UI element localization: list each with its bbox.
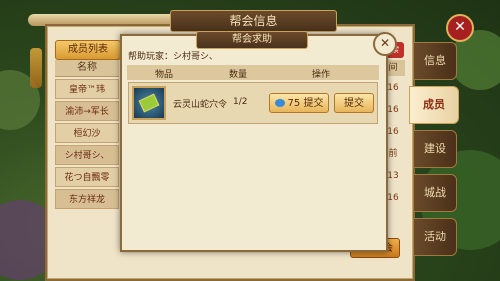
- tab-construction[interactable]: 建设: [413, 130, 457, 168]
- submit-button[interactable]: 提交: [334, 93, 374, 113]
- item-quantity: 1/2: [233, 97, 248, 107]
- tab-members[interactable]: 成员: [409, 86, 459, 124]
- tab-city-war[interactable]: 城战: [413, 174, 457, 212]
- help-player-text: 帮助玩家：シ村哥シ、: [128, 52, 218, 62]
- guild-info-title: 帮会信息: [170, 10, 337, 32]
- column-header-action: 操作: [312, 70, 331, 80]
- member-item[interactable]: 桓幻沙: [55, 123, 119, 143]
- member-item[interactable]: 渝沛→军长: [55, 101, 119, 121]
- member-item[interactable]: 皇帝™玮: [55, 79, 119, 99]
- request-table-header: 物品 数量 操作: [127, 65, 379, 80]
- column-header-quantity: 数量: [229, 70, 248, 80]
- dialog-title: 帮会求助: [196, 31, 308, 49]
- submit-gem-label: 提交: [303, 98, 324, 109]
- token-icon: [138, 93, 160, 113]
- item-name: 云灵山蛇穴令: [173, 100, 228, 110]
- close-icon[interactable]: ✕: [446, 14, 474, 42]
- side-tabs: 信息 成员 建设 城战 活动: [409, 42, 459, 262]
- member-name-header: 名称: [55, 60, 119, 77]
- table-row: 云灵山蛇穴令 1/2 75 提交 提交: [128, 82, 378, 124]
- member-item[interactable]: シ村哥シ、: [55, 145, 119, 165]
- submit-with-gem-button[interactable]: 75 提交: [269, 93, 329, 113]
- member-item[interactable]: 东方祥龙: [55, 189, 119, 209]
- gem-cost: 75: [287, 98, 301, 109]
- tab-member-list[interactable]: 成员列表: [55, 40, 121, 60]
- lantern-decoration: [30, 48, 42, 88]
- close-icon[interactable]: ✕: [373, 32, 397, 56]
- tab-info[interactable]: 信息: [413, 42, 457, 80]
- member-item[interactable]: 花つ自飄零: [55, 167, 119, 187]
- gem-icon: [274, 99, 285, 107]
- column-header-item: 物品: [155, 70, 174, 80]
- tab-activity[interactable]: 活动: [413, 218, 457, 256]
- token-item-icon[interactable]: [132, 86, 166, 120]
- member-list: 名称 皇帝™玮 渝沛→军长 桓幻沙 シ村哥シ、 花つ自飄零 东方祥龙: [55, 60, 119, 209]
